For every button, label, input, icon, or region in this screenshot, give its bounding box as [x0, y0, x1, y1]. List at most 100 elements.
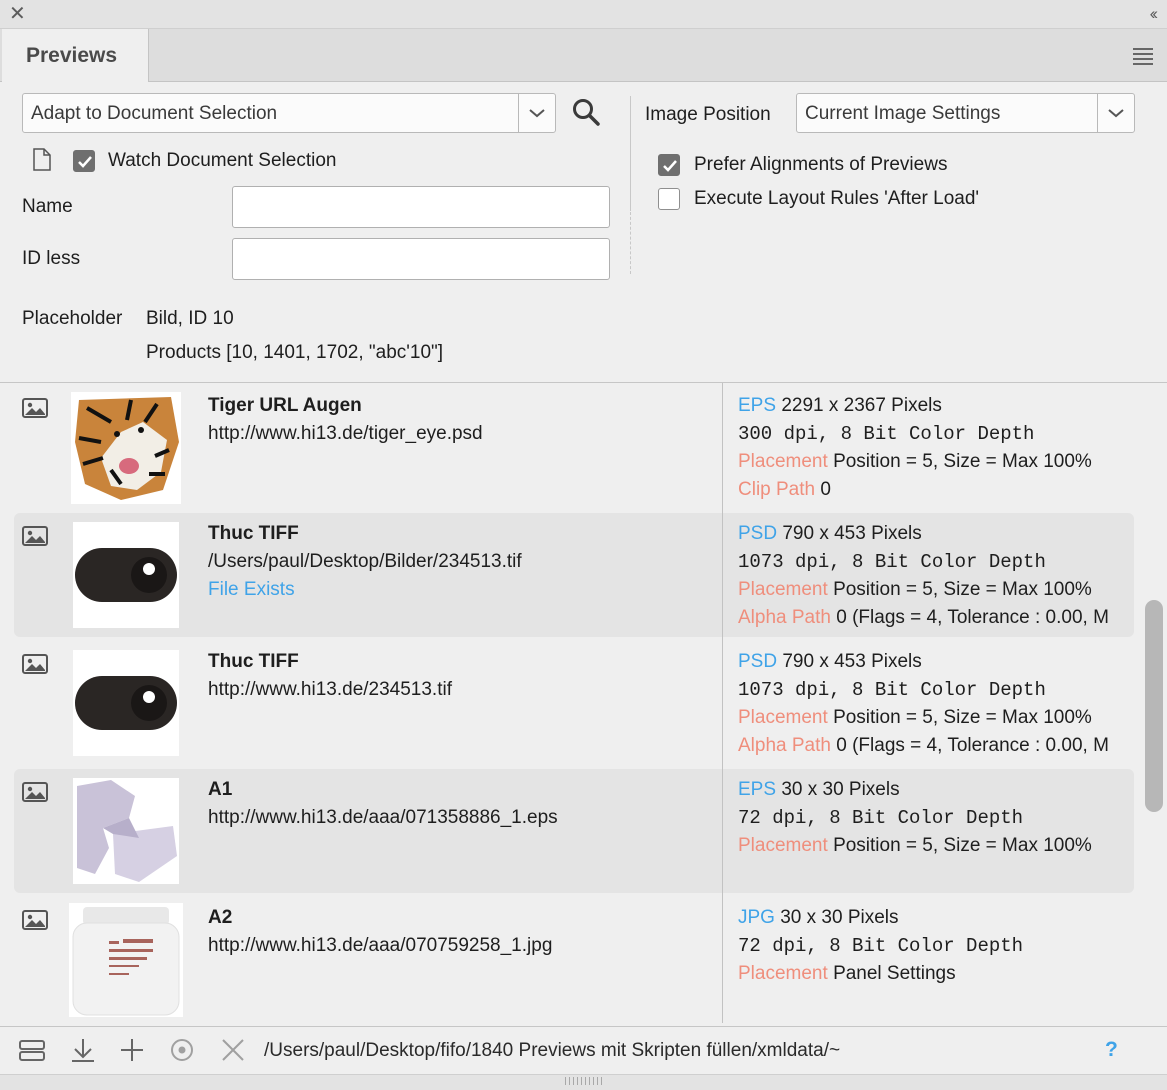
pixel-size: 30 x 30 Pixels	[780, 907, 899, 928]
placement-line: Placement Position = 5, Size = Max 100%	[738, 579, 1092, 601]
dpi-line: 72 dpi, 8 Bit Color Depth	[738, 807, 1024, 829]
placement-line: Placement Position = 5, Size = Max 100%	[738, 707, 1092, 729]
placeholder-label: Placeholder	[22, 308, 123, 329]
prefer-alignments-checkbox[interactable]	[658, 154, 680, 176]
pixel-size: 2291 x 2367 Pixels	[781, 395, 942, 416]
list-view-icon[interactable]	[18, 1036, 46, 1064]
name-field[interactable]	[232, 186, 610, 228]
document-icon	[33, 148, 51, 171]
path-line: Alpha Path 0 (Flags = 4, Tolerance : 0.0…	[738, 735, 1109, 757]
image-icon	[22, 910, 48, 930]
tab-bar: Previews	[0, 29, 1167, 82]
placement-value: Position = 5, Size = Max 100%	[833, 835, 1092, 856]
add-icon[interactable]	[118, 1036, 146, 1064]
format-type: EPS	[738, 779, 777, 800]
image-position-value: Current Image Settings	[805, 103, 1001, 124]
id-less-field[interactable]	[232, 238, 610, 280]
placeholder-value-line1: Bild, ID 10	[146, 308, 234, 329]
item-url: http://www.hi13.de/aaa/071358886_1.eps	[208, 807, 558, 828]
column-divider	[722, 639, 723, 767]
prefer-alignments-label: Prefer Alignments of Previews	[694, 154, 948, 175]
list-item[interactable]: Thuc TIFF /Users/paul/Desktop/Bilder/234…	[0, 511, 1140, 639]
pixel-size: 790 x 453 Pixels	[782, 523, 922, 544]
selection-mode-dropdown[interactable]: Adapt to Document Selection	[22, 93, 556, 133]
list-item[interactable]: Tiger URL Augen http://www.hi13.de/tiger…	[0, 383, 1140, 511]
current-path: /Users/paul/Desktop/fifo/1840 Previews m…	[264, 1040, 841, 1061]
list-item[interactable]: A2 http://www.hi13.de/aaa/070759258_1.jp…	[0, 895, 1140, 1023]
column-divider	[722, 383, 723, 511]
image-position-label: Image Position	[645, 104, 771, 125]
format-type: PSD	[738, 651, 778, 672]
list-item[interactable]: A1 http://www.hi13.de/aaa/071358886_1.ep…	[0, 767, 1140, 895]
download-icon[interactable]	[69, 1036, 97, 1064]
image-icon	[22, 398, 48, 418]
format-type: JPG	[738, 907, 775, 928]
close-panel-icon[interactable]: ✕	[9, 3, 26, 25]
item-title: Tiger URL Augen	[208, 395, 362, 416]
target-icon[interactable]	[168, 1036, 196, 1064]
item-url: http://www.hi13.de/aaa/070759258_1.jpg	[208, 935, 553, 956]
path-value: 0 (Flags = 4, Tolerance : 0.00, M	[836, 735, 1109, 756]
file-exists-status: File Exists	[208, 579, 295, 600]
watch-selection-checkbox[interactable]	[73, 150, 95, 172]
scrollbar-thumb[interactable]	[1145, 600, 1163, 812]
image-icon	[22, 654, 48, 674]
dpi-line: 1073 dpi, 8 Bit Color Depth	[738, 679, 1046, 701]
placement-value: Position = 5, Size = Max 100%	[833, 451, 1092, 472]
chevron-down-icon[interactable]	[518, 94, 555, 132]
resize-grip-icon[interactable]	[565, 1077, 603, 1085]
tab-previews-label: Previews	[26, 44, 118, 67]
placement-key: Placement	[738, 451, 828, 472]
collapse-panel-icon[interactable]: ‹‹	[1150, 3, 1159, 25]
chevron-down-icon[interactable]	[1097, 94, 1134, 132]
panel-title-bar	[0, 0, 1167, 29]
placement-value: Panel Settings	[833, 963, 956, 984]
thumbnail-toggle	[73, 522, 179, 628]
item-url: /Users/paul/Desktop/Bilder/234513.tif	[208, 551, 522, 572]
id-less-label: ID less	[22, 248, 81, 269]
format-size-line: JPG 30 x 30 Pixels	[738, 907, 899, 929]
format-type: EPS	[738, 395, 777, 416]
item-title: Thuc TIFF	[208, 651, 299, 672]
format-type: PSD	[738, 523, 778, 544]
image-position-dropdown[interactable]: Current Image Settings	[796, 93, 1135, 133]
help-icon[interactable]: ?	[1105, 1038, 1118, 1062]
tab-previews[interactable]: Previews	[2, 29, 149, 82]
format-size-line: PSD 790 x 453 Pixels	[738, 651, 922, 673]
placement-line: Placement Position = 5, Size = Max 100%	[738, 835, 1092, 857]
execute-layout-rules-label: Execute Layout Rules 'After Load'	[694, 188, 980, 209]
search-icon[interactable]	[571, 97, 601, 127]
column-divider	[722, 511, 723, 639]
column-divider	[722, 767, 723, 895]
item-url: http://www.hi13.de/234513.tif	[208, 679, 452, 700]
image-icon	[22, 526, 48, 546]
dpi-line: 1073 dpi, 8 Bit Color Depth	[738, 551, 1046, 573]
execute-layout-rules-checkbox[interactable]	[658, 188, 680, 210]
dpi-line: 300 dpi, 8 Bit Color Depth	[738, 423, 1035, 445]
thumbnail-toggle	[73, 650, 179, 756]
placement-key: Placement	[738, 707, 828, 728]
path-key: Clip Path	[738, 479, 816, 500]
placement-line: Placement Position = 5, Size = Max 100%	[738, 451, 1092, 473]
placeholder-value-line2: Products [10, 1401, 1702, "abc'10"]	[146, 342, 444, 363]
thumbnail-lavender	[73, 778, 179, 884]
thumbnail-tiger	[71, 392, 181, 504]
name-label: Name	[22, 196, 73, 217]
panel-menu-icon[interactable]	[1133, 48, 1153, 68]
format-size-line: EPS 30 x 30 Pixels	[738, 779, 900, 801]
item-url: http://www.hi13.de/tiger_eye.psd	[208, 423, 483, 444]
item-title: A1	[208, 779, 233, 800]
path-key: Alpha Path	[738, 607, 831, 628]
delete-icon[interactable]	[219, 1036, 247, 1064]
column-divider	[722, 895, 723, 1023]
list-item[interactable]: Thuc TIFF http://www.hi13.de/234513.tif …	[0, 639, 1140, 767]
item-title: Thuc TIFF	[208, 523, 299, 544]
previews-list: Tiger URL Augen http://www.hi13.de/tiger…	[0, 382, 1167, 1027]
path-value: 0 (Flags = 4, Tolerance : 0.00, M	[836, 607, 1109, 628]
format-size-line: PSD 790 x 453 Pixels	[738, 523, 922, 545]
placement-value: Position = 5, Size = Max 100%	[833, 579, 1092, 600]
placement-key: Placement	[738, 963, 828, 984]
placement-line: Placement Panel Settings	[738, 963, 956, 985]
path-line: Clip Path 0	[738, 479, 831, 501]
section-divider	[630, 96, 631, 211]
